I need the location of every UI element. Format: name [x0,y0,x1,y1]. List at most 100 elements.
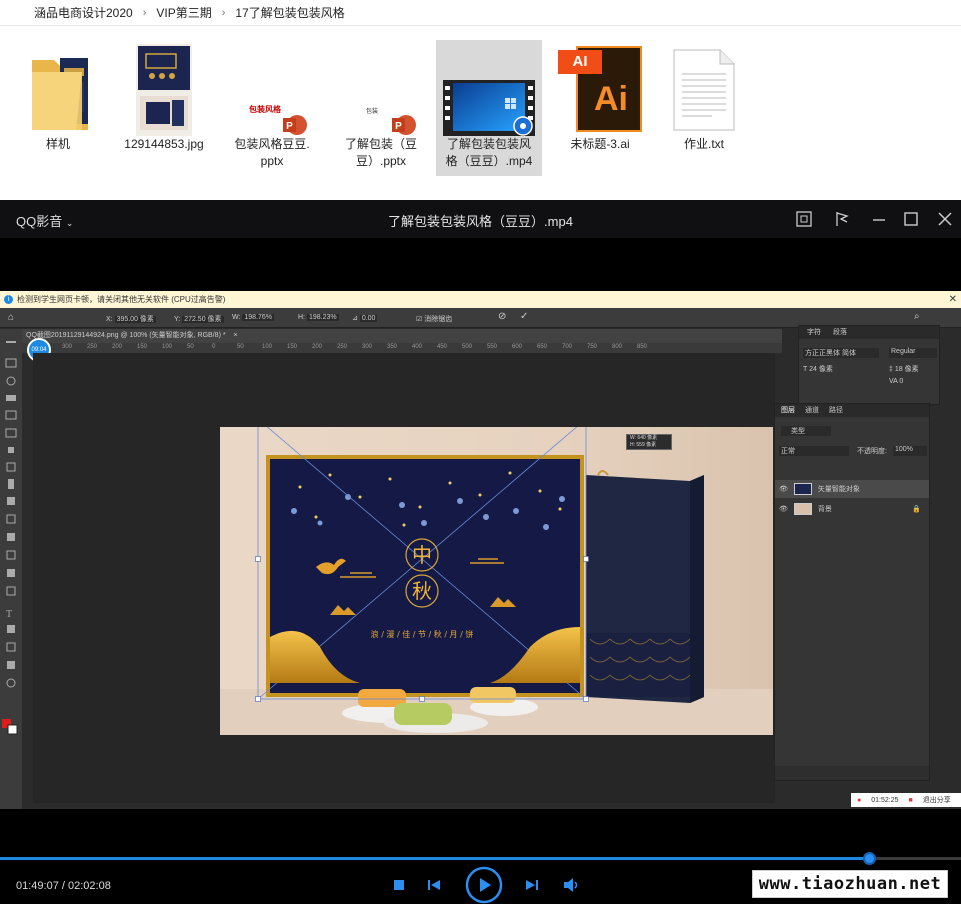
file-item-folder[interactable]: 样机 [4,40,112,176]
tooltip-height: H: 559 像素 [630,442,657,448]
opacity-field[interactable]: 100% [893,446,927,456]
w-field: 198.76% [242,314,275,321]
ruler-tick-label: 600 [512,344,523,350]
layers-panel: 图层 通道 路径 类型 正常 不透明度: 100% 👁 矢量智能对象 👁 背景 … [774,403,930,781]
video-frame[interactable]: i 检测到学生网页卡顿，请关闭其他无关软件 (CPU过高告警) ✕ ⌂ X: 3… [0,291,961,809]
stop-button[interactable] [392,878,406,892]
file-name: 作业.txt [683,137,724,151]
ruler-tick-label: 750 [587,344,598,350]
close-icon: ✕ [948,294,957,305]
breadcrumb-item[interactable]: VIP第三期 [156,4,211,21]
ruler-tick-label: 850 [637,344,648,350]
eye-icon[interactable]: 👁 [779,505,788,513]
ruler-tick-label: 800 [612,344,623,350]
screenshot-icon[interactable] [795,210,813,228]
exit-share-button[interactable]: 退出分享 [923,795,951,805]
volume-icon[interactable] [562,877,580,893]
close-icon[interactable] [936,210,954,228]
pptx-preview-text: 包装风格 [249,105,281,114]
ruler-tick-label: 50 [187,344,194,350]
chevron-right-icon: › [221,6,226,19]
layer-filter-field[interactable]: 类型 [781,426,831,436]
file-name: 了解包装（豆 豆）.pptx [327,136,435,170]
tab-character[interactable]: 字符 [807,326,821,339]
text-file-icon [673,49,735,131]
ruler-tick-label: 450 [437,344,448,350]
powerpoint-icon: P [283,115,307,135]
video-player: QQ影音 ⌄ 了解包装包装风格（豆豆）.mp4 i 检测到学生网页卡顿，请关闭其… [0,200,961,904]
ruler-tick-label: 150 [137,344,148,350]
ruler-tick-label: 100 [262,344,273,350]
recording-time: 01:52:25 [871,796,899,804]
svg-text:P: P [395,121,402,132]
stop-share-icon[interactable]: ■ [908,797,912,804]
tooltip-width: W: 640 像素 [630,435,658,441]
tab-paths[interactable]: 路径 [829,404,843,417]
ruler-tick-label: 650 [537,344,548,350]
ruler-tick-label: 350 [387,344,398,350]
seek-bar-handle[interactable] [862,852,876,865]
ai-icon: AI Ai [556,44,644,134]
file-name-line: 了解包装（豆 [344,137,417,151]
tracking-field[interactable]: 0 [899,378,903,385]
ruler-tick-label: 300 [62,344,73,350]
ruler-tick-label: 50 [237,344,244,350]
ruler-tick-label: 250 [87,344,98,350]
file-name-line: 了解包装包装风 [446,137,531,151]
font-family-field[interactable]: 方正正黑体 简体 [803,348,879,358]
font-style-field[interactable]: Regular [889,348,937,358]
minimize-icon[interactable] [870,210,888,228]
chevron-right-icon: › [142,6,147,19]
breadcrumb-item[interactable]: 17了解包装包装风格 [235,4,344,21]
font-size-field[interactable]: 24 像素 [809,366,833,373]
file-item-pptx[interactable]: 包装 P 了解包装（豆 豆）.pptx [327,40,435,176]
tab-channels[interactable]: 通道 [805,404,819,417]
breadcrumb-item[interactable]: 涵品电商设计2020 [34,4,133,21]
eye-icon[interactable]: 👁 [779,485,788,493]
folder-icon [32,58,88,130]
tab-layers[interactable]: 图层 [781,404,795,417]
previous-button[interactable] [426,877,442,893]
layer-name: 矢量智能对象 [817,486,860,493]
file-name: 包装风格豆豆. pptx [218,136,326,170]
layer-row[interactable]: 👁 矢量智能对象 [775,480,929,498]
file-item-pptx[interactable]: 包装风格 P 包装风格豆豆. pptx [218,40,326,176]
site-watermark: www.tiaozhuan.net [752,870,948,898]
tab-paragraph[interactable]: 段落 [833,326,847,339]
file-item-txt[interactable]: 作业.txt [650,40,758,176]
svg-text:P: P [286,121,293,132]
ai-logo-text: Ai [594,80,628,118]
file-name: 样机 [45,137,70,151]
artwork-subtitle: 浪 / 漫 / 佳 / 节 / 秋 / 月 / 饼 [371,629,474,639]
total-time: 02:02:08 [68,880,111,892]
seek-bar[interactable] [0,852,961,865]
ps-document-tab[interactable]: QQ截图20191129144924.png @ 100% (矢量智能对象, R… [22,329,782,343]
file-item-video[interactable]: 了解包装包装风 格（豆豆）.mp4 [436,40,542,176]
ruler-tick-label: 550 [487,344,498,350]
home-icon: ⌂ [8,312,15,323]
play-button[interactable] [465,866,503,904]
character-panel: 字符 段落 方正正黑体 简体 Regular T 24 像素 ‡ 18 像素 V… [798,325,940,405]
maximize-icon[interactable] [902,210,920,228]
layer-thumbnail [793,503,812,515]
file-name-line: 格（豆豆）.mp4 [445,154,533,168]
next-button[interactable] [524,877,540,893]
blend-mode-select[interactable]: 正常 [779,446,849,456]
breadcrumb: 涵品电商设计2020 › VIP第三期 › 17了解包装包装风格 [0,0,961,26]
recording-indicator: ● 01:52:25 ■ 退出分享 [851,793,961,807]
y-field: 272.50 像素 [182,316,224,323]
leading-field[interactable]: 18 像素 [895,366,919,373]
artwork-char-qiu: 秋 [412,579,432,603]
lock-icon: 🔒 [912,506,921,513]
file-item-ai[interactable]: AI Ai 未标题-3.ai [546,40,654,176]
mooncake-package-artwork: 中 秋 浪 / 漫 / 佳 / 节 / 秋 / 月 / 饼 [220,427,773,735]
file-item-image[interactable]: 129144853.jpg [110,40,218,176]
cancel-icon: ⊘ [498,311,507,322]
powerpoint-icon: P [392,115,416,135]
close-icon: × [233,332,238,339]
opacity-label: 不透明度: [857,448,887,455]
pin-icon[interactable] [833,210,851,228]
info-icon: i [4,295,13,304]
layer-row[interactable]: 👁 背景 🔒 [775,500,929,518]
video-icon [443,80,535,136]
